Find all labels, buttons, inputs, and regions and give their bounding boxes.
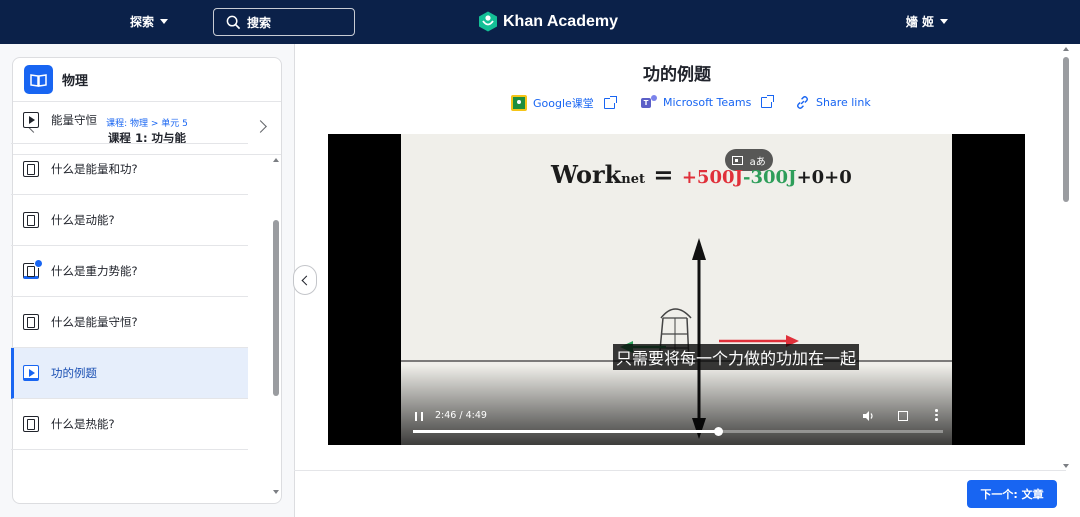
- article-document-icon: [23, 314, 39, 330]
- list-item-label: 什么是动能?: [51, 213, 115, 227]
- google-classroom-icon: [511, 95, 527, 111]
- content-divider: [294, 470, 1066, 471]
- volume-icon[interactable]: [863, 410, 875, 422]
- next-article-button[interactable]: 下一个: 文章: [967, 480, 1057, 508]
- share-microsoft-teams-link[interactable]: T Microsoft Teams: [641, 94, 775, 109]
- video-caption: 只需要将每一个力做的功加在一起: [613, 344, 860, 370]
- external-link-icon: [603, 95, 617, 109]
- list-item-label: 什么是重力势能?: [51, 264, 138, 278]
- more-options-icon[interactable]: [935, 409, 938, 421]
- article-document-icon: [23, 161, 39, 177]
- physics-course-icon: [24, 65, 53, 94]
- fullscreen-icon[interactable]: [898, 411, 908, 421]
- article-document-icon: [23, 259, 43, 279]
- top-navigation-bar: 探索 搜索 Khan Academy 嬙 姬: [0, 0, 1080, 44]
- video-progress-handle[interactable]: [713, 427, 723, 436]
- khan-academy-logo[interactable]: Khan Academy: [478, 11, 618, 32]
- user-name: 嬙 姬: [905, 15, 934, 29]
- search-label: 搜索: [247, 15, 272, 30]
- scroll-down-arrow-icon[interactable]: [273, 490, 279, 494]
- explore-menu[interactable]: 探索: [130, 13, 169, 30]
- video-progress-bar[interactable]: [413, 427, 943, 436]
- list-item-label: 什么是能量和功?: [51, 162, 138, 176]
- main-scrollbar[interactable]: [1060, 44, 1074, 470]
- list-item-label: 功的例题: [51, 366, 97, 380]
- share-link-label: Share link: [816, 96, 871, 109]
- logo-text: Khan Academy: [503, 12, 618, 30]
- page-title: 功的例题: [643, 65, 711, 85]
- khan-logo-icon: [479, 11, 497, 32]
- user-menu[interactable]: 嬙 姬: [906, 13, 948, 30]
- video-controls: 2:46 / 4:49: [401, 395, 952, 445]
- explore-label: 探索: [130, 15, 155, 29]
- scroll-up-arrow-icon[interactable]: [1063, 47, 1069, 51]
- external-link-icon: [761, 94, 775, 108]
- list-item[interactable]: 什么是能量和功?: [11, 144, 248, 195]
- chevron-left-icon: [301, 275, 312, 285]
- list-item[interactable]: 什么是重力势能?: [11, 246, 248, 297]
- sidebar-scrollbar-thumb[interactable]: [273, 220, 279, 396]
- list-item[interactable]: 什么是动能?: [11, 195, 248, 246]
- list-item[interactable]: 什么是热能?: [11, 399, 248, 450]
- article-document-icon: [23, 212, 39, 228]
- list-item-label: 能量守恒: [51, 112, 97, 127]
- google-classroom-label: Google课堂: [533, 97, 594, 110]
- list-item-active[interactable]: 功的例题: [11, 348, 248, 399]
- search-box[interactable]: 搜索: [213, 8, 355, 36]
- share-google-classroom-link[interactable]: Google课堂: [511, 95, 617, 111]
- link-icon: [797, 96, 808, 109]
- completed-check-icon: [34, 259, 43, 268]
- list-item[interactable]: 什么是能量守恒?: [11, 297, 248, 348]
- list-item[interactable]: 能量守恒: [11, 96, 248, 144]
- share-link[interactable]: Share link: [795, 95, 871, 110]
- lesson-item-list: 能量守恒 什么是能量和功? 什么是动能? 什么是重力势能? 什么是能量守恒? 功…: [11, 96, 248, 450]
- collapse-sidebar-button[interactable]: [293, 265, 317, 295]
- microsoft-teams-label: Microsoft Teams: [663, 95, 752, 109]
- video-play-icon: [23, 111, 39, 128]
- video-time: 2:46 / 4:49: [435, 410, 487, 421]
- search-icon: [226, 15, 241, 29]
- video-play-icon: [23, 365, 39, 381]
- course-title: 物理: [62, 74, 89, 89]
- chevron-down-icon: [160, 19, 169, 24]
- sidebar-scrollbar[interactable]: [271, 154, 281, 494]
- microsoft-teams-icon: T: [641, 95, 657, 109]
- list-item-label: 什么是能量守恒?: [51, 315, 138, 329]
- scroll-down-arrow-icon[interactable]: [1063, 464, 1069, 468]
- video-progress-fill: [413, 430, 718, 433]
- chevron-down-icon: [940, 19, 948, 24]
- list-item-label: 什么是热能?: [51, 417, 115, 431]
- scroll-up-arrow-icon[interactable]: [273, 158, 279, 162]
- main-scrollbar-thumb[interactable]: [1063, 57, 1069, 202]
- pause-icon[interactable]: [415, 412, 423, 421]
- video-player[interactable]: aあ Worknet = +500J-300J+0+0 只需要将每一个力做的功加…: [328, 134, 1025, 445]
- article-document-icon: [23, 416, 39, 432]
